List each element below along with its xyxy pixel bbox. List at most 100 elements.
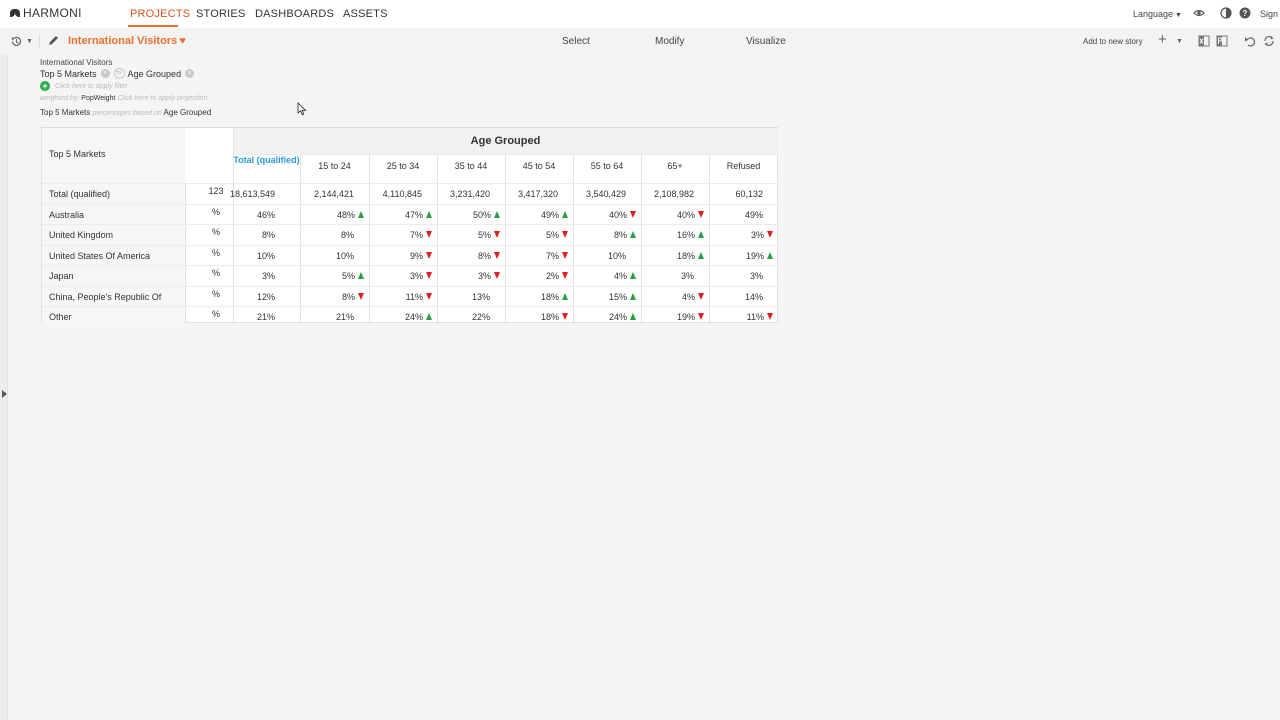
column-header[interactable]: 25 to 34 [369, 161, 437, 171]
mode-visualize[interactable]: Visualize [746, 36, 786, 47]
filter-hint[interactable]: Click here to apply filter [55, 83, 128, 90]
column-divider [369, 154, 370, 324]
eye-icon[interactable] [1193, 7, 1205, 19]
significance-up-icon [630, 313, 636, 320]
cell-value: 49% [744, 210, 763, 220]
cell-value: 3% [261, 271, 275, 281]
swap-axes-icon[interactable]: ⇆ [113, 68, 125, 79]
table-cell: 4% [614, 271, 636, 281]
cell-value: 24% [608, 312, 627, 322]
summary-dataset-title: International Visitors [40, 58, 113, 67]
refresh-icon[interactable] [1263, 35, 1275, 47]
pencil-icon[interactable] [47, 34, 60, 47]
row-label[interactable]: China, People's Republic Of [49, 292, 161, 302]
projection-hint[interactable]: Click here to apply projection [117, 95, 207, 102]
row-divider [42, 183, 778, 184]
significance-down-icon [562, 231, 568, 238]
project-title[interactable]: International Visitors ♥ [68, 35, 186, 47]
column-header[interactable]: 45 to 54 [505, 161, 573, 171]
column-header[interactable]: Refused [709, 161, 778, 171]
history-icon [11, 36, 22, 46]
powerpoint-export-icon[interactable] [1216, 35, 1228, 47]
table-cell: 60,132 [735, 189, 773, 199]
cell-value: 2,144,421 [313, 189, 354, 199]
significance-down-icon [358, 293, 364, 300]
chevron-down-icon[interactable]: ▼ [1176, 38, 1183, 45]
svg-text:?: ? [1243, 9, 1248, 18]
row-label[interactable]: United States Of America [49, 251, 150, 261]
row-divider [42, 224, 778, 225]
row-divider [42, 286, 778, 287]
cell-value: 49% [540, 210, 559, 220]
cell-value: 3,417,320 [517, 189, 558, 199]
mode-modify[interactable]: Modify [655, 36, 684, 47]
language-label: Language [1133, 9, 1174, 19]
cell-value: 3,540,429 [585, 189, 626, 199]
help-icon[interactable]: ? [1239, 7, 1251, 19]
unit-label: % [211, 227, 220, 237]
row-divider [42, 204, 778, 205]
significance-up-icon [698, 252, 704, 259]
side-panel-collapsed[interactable] [0, 54, 8, 720]
cell-value: 4,110,845 [382, 189, 422, 199]
column-header[interactable]: 35 to 44 [437, 161, 505, 171]
column-header-total[interactable]: Total (qualified) [233, 155, 300, 166]
cell-value: 18% [540, 312, 559, 322]
table-cell: 47% [405, 210, 432, 220]
row-label[interactable]: Japan [49, 271, 74, 281]
column-header[interactable]: 55 to 64 [573, 161, 641, 171]
table-cell: 40% [677, 210, 704, 220]
heart-icon[interactable]: ♥ [179, 35, 186, 47]
cell-value: 3,231,420 [449, 189, 490, 199]
column-header[interactable]: 65+ [641, 161, 709, 171]
weight-row: weighted by: PopWeight Click here to app… [40, 95, 207, 102]
column-header[interactable]: 15 to 24 [300, 161, 369, 171]
unit-label: % [211, 289, 220, 299]
significance-down-icon [562, 313, 568, 320]
column-variable[interactable]: Age Grouped [128, 69, 182, 79]
undo-icon[interactable] [1244, 35, 1256, 47]
table-cell: 49% [541, 210, 568, 220]
language-dropdown[interactable]: Language ▼ [1133, 9, 1182, 19]
nav-projects[interactable]: PROJECTS [130, 8, 190, 20]
cell-value: 5% [545, 230, 559, 240]
table-cell: 8% [478, 251, 500, 261]
nav-assets[interactable]: ASSETS [343, 8, 388, 20]
add-filter-icon[interactable]: + [40, 81, 50, 91]
unit-label: % [211, 309, 220, 319]
row-label[interactable]: United Kingdom [49, 230, 113, 240]
significance-up-icon [630, 293, 636, 300]
mouse-cursor-icon [297, 102, 307, 116]
nav-stories[interactable]: STORIES [196, 8, 246, 20]
history-dropdown[interactable]: ▼ [10, 34, 34, 48]
basis-row-variable: Top 5 Markets [40, 108, 91, 117]
contrast-icon[interactable] [1220, 7, 1232, 19]
row-variable[interactable]: Top 5 Markets [40, 69, 97, 79]
cell-value: 2% [545, 271, 559, 281]
remove-row-variable-icon[interactable]: × [100, 69, 110, 78]
column-group-title[interactable]: Age Grouped [233, 135, 778, 147]
cell-value: 47% [404, 210, 423, 220]
nav-dashboards[interactable]: DASHBOARDS [255, 8, 334, 20]
cell-value: 19% [745, 251, 764, 261]
cell-value: 4% [613, 271, 627, 281]
sign-in-link[interactable]: Sign [1260, 9, 1280, 19]
significance-down-icon [767, 313, 773, 320]
row-label[interactable]: Total (qualified) [49, 189, 110, 199]
row-header-title[interactable]: Top 5 Markets [49, 149, 106, 159]
excel-export-icon[interactable] [1198, 35, 1210, 47]
filter-row[interactable]: + Click here to apply filter [40, 81, 128, 91]
add-to-new-story-button[interactable]: Add to new story [1083, 37, 1143, 46]
row-label[interactable]: Australia [49, 210, 84, 220]
table-cell: 8% [341, 230, 364, 240]
table-cell: 10% [336, 251, 364, 261]
plus-icon[interactable]: + [1158, 32, 1167, 47]
weight-variable[interactable]: PopWeight [81, 95, 115, 102]
remove-column-variable-icon[interactable]: × [185, 69, 195, 78]
expand-arrow-icon[interactable] [2, 390, 7, 398]
significance-down-icon [562, 252, 568, 259]
brand-logo[interactable]: HARMONI [10, 6, 82, 20]
row-label[interactable]: Other [49, 312, 72, 322]
cell-value: 7% [545, 251, 559, 261]
mode-select[interactable]: Select [562, 36, 590, 47]
